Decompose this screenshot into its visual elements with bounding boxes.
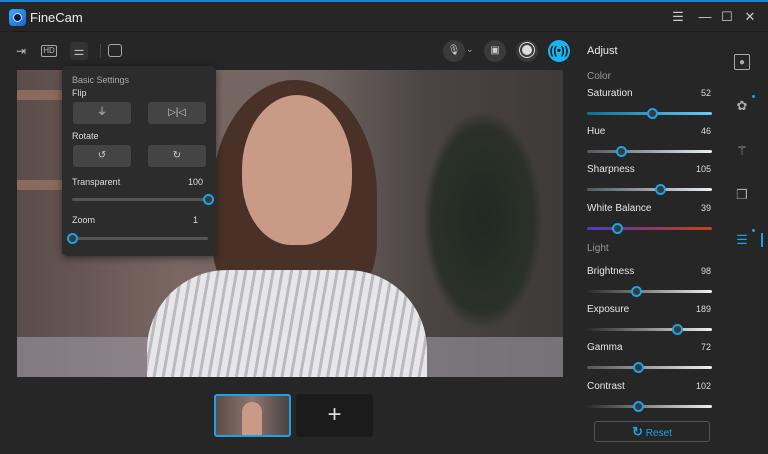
exposure-label: Exposure: [587, 304, 630, 315]
gamma-value: 72: [700, 342, 711, 352]
hue-value: 46: [700, 126, 711, 136]
slider-thumb[interactable]: [654, 184, 666, 195]
settings-sliders-icon[interactable]: ⚌: [70, 42, 88, 60]
rotate-label: Rotate: [72, 131, 99, 141]
gamma-label: Gamma: [587, 342, 623, 353]
live-broadcast-icon[interactable]: ((•)): [548, 40, 570, 62]
exposure-slider[interactable]: [587, 324, 712, 335]
hue-slider[interactable]: [587, 146, 712, 157]
slider-thumb[interactable]: [633, 401, 645, 412]
light-section-label: Light: [587, 243, 609, 254]
slider-thumb[interactable]: [633, 362, 645, 373]
close-button[interactable]: ✕: [742, 9, 758, 25]
magic-wand-icon[interactable]: ⚚: [734, 143, 750, 159]
active-dot: [752, 229, 755, 232]
saturation-value: 52: [700, 88, 711, 98]
basic-settings-popup: Basic Settings Flip ⏚ ▷|◁ Rotate ↺ ↻ Tra…: [62, 66, 216, 256]
zoom-value: 1: [192, 215, 198, 225]
menu-icon[interactable]: ☰: [670, 9, 686, 25]
reset-label: Reset: [645, 428, 672, 439]
slider-thumb[interactable]: [647, 108, 658, 119]
slider-thumb[interactable]: [203, 194, 214, 205]
brightness-value: 98: [700, 266, 711, 276]
color-section-label: Color: [587, 71, 611, 82]
active-tab-indicator: [761, 233, 763, 247]
hd-button[interactable]: HD: [41, 45, 57, 57]
active-dot: [752, 95, 755, 98]
saturation-label: Saturation: [587, 88, 633, 99]
draw-board-icon[interactable]: [108, 44, 122, 57]
app-title: FineCam: [30, 10, 83, 25]
zoom-label: Zoom: [72, 215, 96, 225]
background-plant: [423, 110, 543, 330]
transparent-value: 100: [187, 177, 203, 187]
reset-button[interactable]: ↻ Reset: [594, 421, 710, 442]
finecam-logo: [9, 9, 26, 26]
popup-title: Basic Settings: [72, 75, 130, 85]
sharpness-label: Sharpness: [587, 164, 635, 175]
record-button[interactable]: [516, 40, 538, 62]
exposure-value: 189: [695, 304, 711, 314]
slider-thumb[interactable]: [672, 324, 683, 335]
filters-icon[interactable]: ✿: [734, 98, 750, 114]
flip-vertical-button[interactable]: ⏚: [73, 102, 131, 124]
white-balance-value: 39: [700, 203, 711, 213]
chevron-down-icon[interactable]: ⌄: [466, 44, 474, 55]
transparent-label: Transparent: [72, 177, 121, 187]
microphone-icon[interactable]: 🎙: [443, 40, 465, 62]
rotate-right-button[interactable]: ↻: [148, 145, 206, 167]
sharpness-value: 105: [695, 164, 711, 174]
minimize-button[interactable]: —: [697, 9, 713, 24]
contrast-label: Contrast: [587, 381, 625, 392]
slider-thumb[interactable]: [67, 233, 78, 244]
flip-horizontal-button[interactable]: ▷|◁: [148, 102, 206, 124]
toolbar-divider: [100, 44, 101, 58]
saturation-slider[interactable]: [587, 108, 712, 119]
person-face: [242, 95, 352, 245]
exit-icon[interactable]: ⇥: [12, 42, 30, 60]
adjust-title: Adjust: [587, 45, 618, 57]
flip-label: Flip: [72, 88, 87, 98]
white-balance-label: White Balance: [587, 203, 652, 214]
transparent-slider[interactable]: [72, 194, 214, 205]
add-scene-button[interactable]: +: [296, 394, 373, 437]
stickers-icon[interactable]: ❒: [734, 187, 750, 203]
slider-thumb[interactable]: [612, 223, 623, 234]
camera-thumbnail[interactable]: [214, 394, 291, 437]
sharpness-slider[interactable]: [587, 184, 712, 195]
brightness-label: Brightness: [587, 266, 635, 277]
camera-snapshot-icon[interactable]: ▣: [484, 40, 506, 62]
contrast-slider[interactable]: [587, 401, 712, 412]
portrait-icon[interactable]: ●: [734, 54, 750, 70]
reset-icon: ↻: [632, 424, 643, 439]
maximize-button[interactable]: ☐: [719, 9, 735, 25]
zoom-slider[interactable]: [67, 233, 208, 244]
rotate-left-button[interactable]: ↺: [73, 145, 131, 167]
person-shirt: [147, 270, 427, 377]
gamma-slider[interactable]: [587, 362, 712, 373]
slider-thumb[interactable]: [630, 286, 642, 297]
hue-label: Hue: [587, 126, 606, 137]
adjust-sliders-icon[interactable]: ☰: [734, 232, 750, 248]
contrast-value: 102: [695, 381, 711, 391]
brightness-slider[interactable]: [587, 286, 712, 297]
slider-thumb[interactable]: [615, 146, 627, 157]
white-balance-slider[interactable]: [587, 223, 712, 234]
title-bar: FineCam ☰ — ☐ ✕: [0, 2, 768, 32]
